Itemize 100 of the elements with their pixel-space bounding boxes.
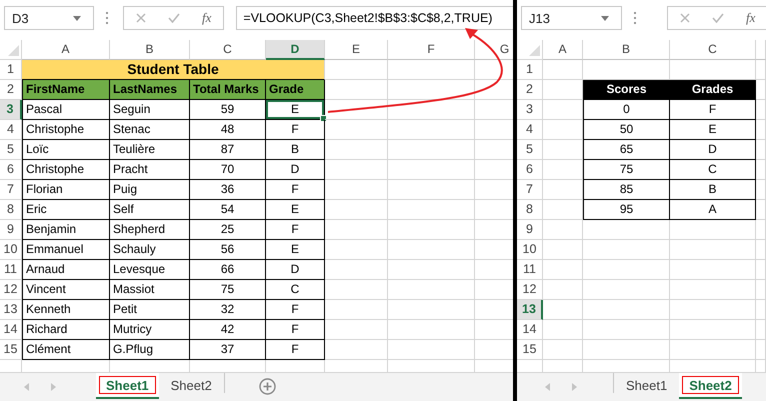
column-header[interactable]: C	[670, 40, 756, 60]
sheet-tab[interactable]: Sheet1	[614, 373, 680, 397]
row-header[interactable]: 3	[517, 100, 543, 120]
row-header[interactable]: 15	[0, 340, 22, 360]
empty-cell[interactable]	[325, 220, 388, 240]
empty-cell[interactable]	[583, 280, 670, 300]
empty-cell[interactable]	[388, 220, 475, 240]
empty-cell[interactable]	[543, 60, 583, 80]
empty-cell[interactable]	[388, 340, 475, 360]
empty-cell[interactable]	[543, 340, 583, 360]
empty-cell[interactable]	[756, 180, 766, 200]
empty-cell[interactable]	[543, 280, 583, 300]
empty-cell[interactable]	[756, 140, 766, 160]
empty-cell[interactable]	[583, 240, 670, 260]
column-header[interactable]: A	[543, 40, 583, 60]
empty-cell[interactable]	[756, 280, 766, 300]
empty-cell[interactable]	[388, 320, 475, 340]
select-all-triangle-icon[interactable]	[8, 45, 19, 56]
column-header[interactable]: D	[266, 40, 325, 60]
row-header[interactable]: 9	[0, 220, 22, 240]
row-header[interactable]: 1	[517, 60, 543, 80]
empty-cell[interactable]	[670, 340, 756, 360]
empty-cell[interactable]	[325, 320, 388, 340]
row-header[interactable]: 8	[0, 200, 22, 220]
empty-cell[interactable]	[325, 200, 388, 220]
empty-cell[interactable]	[543, 140, 583, 160]
empty-cell[interactable]	[756, 120, 766, 140]
add-sheet-icon[interactable]	[258, 378, 276, 395]
insert-function-button[interactable]: fx	[202, 10, 212, 26]
row-header[interactable]: 15	[517, 340, 543, 360]
empty-cell[interactable]	[388, 140, 475, 160]
empty-cell[interactable]	[756, 340, 766, 360]
row-header[interactable]: 13	[517, 300, 543, 320]
row-header[interactable]: 3	[0, 100, 22, 120]
empty-cell[interactable]	[756, 260, 766, 280]
column-header[interactable]: E	[325, 40, 388, 60]
row-header[interactable]: 4	[517, 120, 543, 140]
row-header[interactable]: 11	[0, 260, 22, 280]
empty-cell[interactable]	[756, 300, 766, 320]
empty-cell[interactable]	[388, 80, 475, 100]
row-header[interactable]: 14	[517, 320, 543, 340]
name-box[interactable]: J13	[521, 6, 622, 30]
name-box[interactable]: D3	[4, 6, 94, 30]
row-header[interactable]: 12	[0, 280, 22, 300]
check-icon[interactable]	[168, 13, 180, 23]
empty-cell[interactable]	[543, 160, 583, 180]
empty-cell[interactable]	[543, 260, 583, 280]
row-header[interactable]: 14	[0, 320, 22, 340]
empty-cell[interactable]	[388, 240, 475, 260]
empty-cell[interactable]	[583, 260, 670, 280]
cancel-icon[interactable]	[680, 13, 690, 23]
column-header[interactable]: C	[190, 40, 266, 60]
row-header[interactable]: 8	[517, 200, 543, 220]
column-header[interactable]: F	[388, 40, 475, 60]
empty-cell[interactable]	[543, 120, 583, 140]
empty-cell[interactable]	[583, 300, 670, 320]
scroll-right-icon[interactable]	[572, 383, 577, 391]
formula-field[interactable]: =VLOOKUP(C3,Sheet2!$B$3:$C$8,2,TRUE)	[236, 6, 513, 30]
empty-cell[interactable]	[325, 160, 388, 180]
row-header[interactable]: 7	[517, 180, 543, 200]
empty-cell[interactable]	[583, 340, 670, 360]
empty-cell[interactable]	[388, 260, 475, 280]
empty-cell[interactable]	[325, 140, 388, 160]
row-header[interactable]: 6	[517, 160, 543, 180]
empty-cell[interactable]	[388, 60, 475, 80]
empty-cell[interactable]	[543, 200, 583, 220]
empty-cell[interactable]	[670, 220, 756, 240]
empty-cell[interactable]	[325, 240, 388, 260]
row-header[interactable]: 13	[0, 300, 22, 320]
empty-cell[interactable]	[388, 100, 475, 120]
fill-handle[interactable]	[320, 115, 327, 122]
insert-function-button[interactable]: fx	[746, 10, 756, 26]
empty-cell[interactable]	[756, 220, 766, 240]
empty-cell[interactable]	[756, 80, 766, 100]
empty-cell[interactable]	[756, 200, 766, 220]
empty-cell[interactable]	[583, 220, 670, 240]
select-all-triangle-icon[interactable]	[529, 45, 540, 56]
empty-cell[interactable]	[670, 280, 756, 300]
empty-cell[interactable]	[543, 180, 583, 200]
empty-cell[interactable]	[670, 240, 756, 260]
check-icon[interactable]	[712, 13, 724, 23]
empty-cell[interactable]	[325, 260, 388, 280]
row-header[interactable]: 5	[517, 140, 543, 160]
empty-cell[interactable]	[325, 340, 388, 360]
column-header[interactable]: B	[583, 40, 670, 60]
row-header[interactable]: 6	[0, 160, 22, 180]
empty-cell[interactable]	[325, 120, 388, 140]
empty-cell[interactable]	[388, 200, 475, 220]
empty-cell[interactable]	[543, 320, 583, 340]
sheet-tab[interactable]: Sheet2	[679, 373, 742, 397]
row-header[interactable]: 2	[517, 80, 543, 100]
sheet-tab[interactable]: Sheet2	[158, 373, 224, 397]
empty-cell[interactable]	[756, 100, 766, 120]
empty-cell[interactable]	[583, 320, 670, 340]
scroll-right-icon[interactable]	[51, 383, 56, 391]
empty-cell[interactable]	[325, 180, 388, 200]
empty-cell[interactable]	[670, 300, 756, 320]
empty-cell[interactable]	[756, 240, 766, 260]
scroll-left-icon[interactable]	[545, 383, 550, 391]
empty-cell[interactable]	[325, 280, 388, 300]
